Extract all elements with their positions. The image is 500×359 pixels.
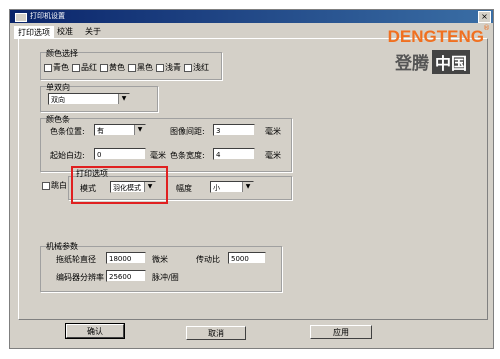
direction-legend: 单双向 xyxy=(46,83,70,92)
start-margin-input[interactable]: 0 xyxy=(94,148,146,160)
checkbox-icon xyxy=(128,63,136,72)
registered-mark: ® xyxy=(483,24,490,32)
checkbox-icon xyxy=(184,63,192,72)
color-option-light-cyan[interactable]: 浅青 xyxy=(156,62,181,73)
cancel-button[interactable]: 取消 xyxy=(186,326,246,340)
ok-button[interactable]: 确认 xyxy=(65,323,125,339)
highlight-box xyxy=(71,166,168,204)
chevron-down-icon: ▼ xyxy=(134,125,145,135)
gear-ratio-label: 传动比 xyxy=(196,255,220,264)
checkbox-icon xyxy=(156,63,164,72)
jump-white-checkbox[interactable]: 跳白 xyxy=(42,180,67,191)
checkbox-icon xyxy=(100,63,108,72)
color-option-yellow[interactable]: 黄色 xyxy=(100,62,125,73)
bar-width-unit: 毫米 xyxy=(265,151,281,160)
close-button[interactable]: × xyxy=(478,11,491,23)
tab-calibration[interactable]: 校准 xyxy=(54,26,76,38)
color-option-light-magenta[interactable]: 浅红 xyxy=(184,62,209,73)
app-icon xyxy=(15,13,27,22)
direction-select[interactable]: 双向 ▼ xyxy=(48,93,130,105)
bar-width-label: 色条宽度: xyxy=(170,151,205,160)
encoder-resolution-unit: 脉冲/圈 xyxy=(152,273,179,282)
bar-width-input[interactable]: 4 xyxy=(213,148,255,160)
chevron-down-icon: ▼ xyxy=(242,182,253,192)
image-spacing-input[interactable]: 3 xyxy=(213,124,255,136)
encoder-resolution-input[interactable]: 25600 xyxy=(106,270,146,282)
amplitude-label: 幅度 xyxy=(176,184,192,193)
bar-position-select[interactable]: 有 ▼ xyxy=(94,124,146,136)
chevron-down-icon: ▼ xyxy=(118,94,129,104)
tab-about[interactable]: 关于 xyxy=(82,26,104,38)
apply-button[interactable]: 应用 xyxy=(310,325,372,339)
gear-ratio-input[interactable]: 5000 xyxy=(228,252,266,264)
watermark-chinese: 登腾 中国 xyxy=(395,49,470,74)
image-spacing-unit: 毫米 xyxy=(265,127,281,136)
roller-diameter-unit: 微米 xyxy=(152,255,168,264)
title-bar[interactable]: 打印机设置 × xyxy=(10,10,493,23)
roller-diameter-label: 拖纸轮直径 xyxy=(56,255,96,264)
start-margin-label: 起始白边: xyxy=(50,151,85,160)
color-bar-legend: 颜色条 xyxy=(46,115,70,124)
color-option-cyan[interactable]: 青色 xyxy=(44,62,69,73)
color-option-magenta[interactable]: 品红 xyxy=(72,62,97,73)
checkbox-icon xyxy=(44,63,52,72)
checkbox-icon xyxy=(72,63,80,72)
bar-position-label: 色条位置: xyxy=(50,127,85,136)
amplitude-select[interactable]: 小 ▼ xyxy=(210,181,254,193)
watermark-brand: DENGTENG xyxy=(387,27,484,46)
encoder-resolution-label: 编码器分辨率 xyxy=(56,273,104,282)
color-select-legend: 颜色选择 xyxy=(46,49,78,58)
color-option-black[interactable]: 黑色 xyxy=(128,62,153,73)
checkbox-icon xyxy=(42,181,50,190)
roller-diameter-input[interactable]: 18000 xyxy=(106,252,146,264)
mechanical-legend: 机械参数 xyxy=(46,242,78,251)
start-margin-unit: 毫米 xyxy=(150,151,166,160)
image-spacing-label: 图像间距: xyxy=(170,127,205,136)
window-title: 打印机设置 xyxy=(30,12,65,20)
